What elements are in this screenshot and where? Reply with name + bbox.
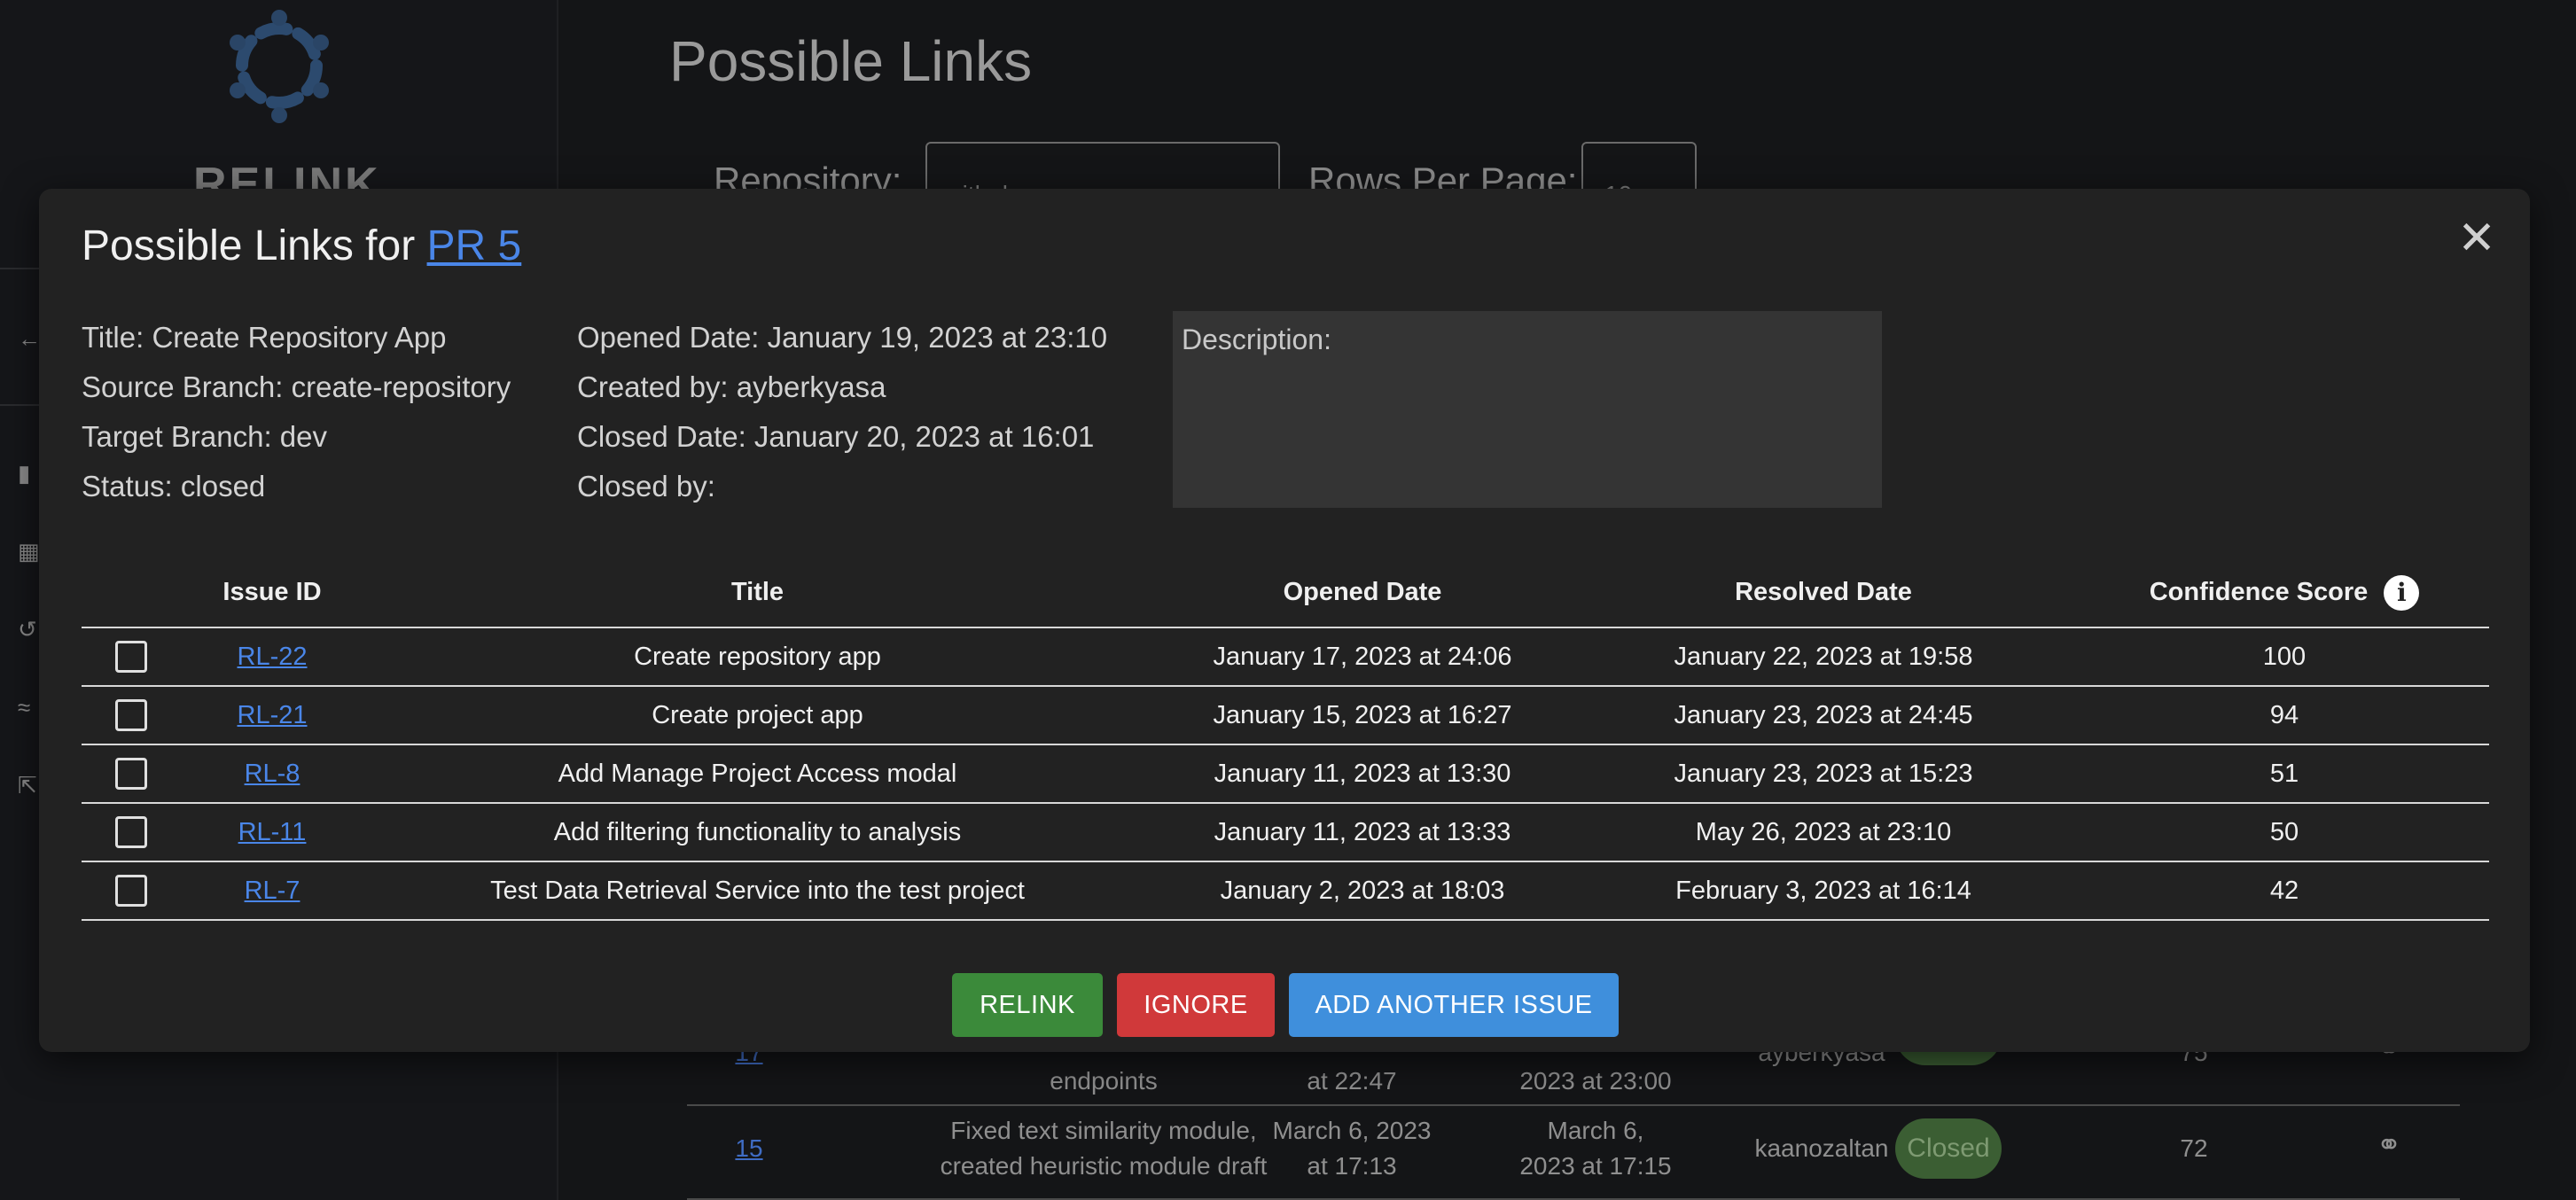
issue-title: Test Data Retrieval Service into the tes… [490, 877, 1025, 905]
row-checkbox[interactable] [115, 758, 147, 790]
pr-link[interactable]: PR 5 [427, 222, 522, 269]
pr-title: Title: Create Repository App [82, 321, 447, 354]
created-by: Created by: ayberkyasa [577, 370, 886, 403]
pr-status: Status: closed [82, 470, 266, 503]
issue-link[interactable]: RL-21 [238, 701, 308, 729]
header-issue-id: Issue ID [222, 578, 322, 606]
issue-resolved-date: February 3, 2023 at 16:14 [1675, 877, 1971, 905]
status-badge: Closed [1895, 1118, 2002, 1179]
closed-date: Closed Date: January 20, 2023 at 16:01 [577, 420, 1095, 453]
issue-resolved-date: May 26, 2023 at 23:10 [1695, 818, 1952, 846]
issue-opened-date: January 2, 2023 at 18:03 [1220, 877, 1505, 905]
resolved-date-line: March 6, [1547, 1117, 1644, 1144]
modal-title: Possible Links for PR 5 [82, 215, 521, 277]
issue-opened-date: January 11, 2023 at 13:30 [1214, 760, 1511, 788]
issue-title: Add Manage Project Access modal [558, 760, 957, 788]
issue-link[interactable]: RL-22 [238, 643, 308, 671]
opened-date-line: at 17:13 [1307, 1152, 1397, 1180]
opened-date-line: March 6, 2023 [1272, 1117, 1432, 1144]
header-resolved-date: Resolved Date [1735, 578, 1912, 606]
issue-resolved-date: January 23, 2023 at 24:45 [1674, 701, 1973, 729]
pr-meta-left: Title: Create Repository App Source Bran… [82, 313, 511, 511]
issue-title: Add filtering functionality to analysis [553, 818, 962, 846]
issue-id-cell: RL-8 [170, 744, 374, 803]
issue-opened-date: January 15, 2023 at 16:27 [1213, 701, 1512, 729]
resolved-date-line: 2023 at 17:15 [1519, 1152, 1672, 1180]
row-divider [82, 919, 2489, 921]
row-checkbox[interactable] [115, 699, 147, 731]
row-checkbox[interactable] [115, 875, 147, 907]
issue-title: Create project app [652, 701, 863, 729]
modal-title-prefix: Possible Links for [82, 222, 427, 269]
relink-button[interactable]: RELINK [952, 973, 1103, 1037]
closed-by: Closed by: [577, 470, 715, 503]
header-title: Title [730, 578, 785, 606]
issue-id-cell: RL-22 [170, 627, 374, 686]
issue-confidence-score: 100 [2262, 643, 2307, 671]
source-branch: Source Branch: create-repository [82, 370, 511, 403]
issue-confidence-score: 42 [2269, 877, 2299, 905]
issue-link[interactable]: RL-11 [238, 818, 307, 846]
pr-link[interactable]: 15 [735, 1134, 762, 1162]
issue-confidence-score: 51 [2269, 760, 2299, 788]
pr-title-line: Fixed text similarity module, [950, 1117, 1257, 1144]
issue-id-cell: RL-7 [170, 861, 374, 920]
issue-link[interactable]: RL-7 [245, 877, 301, 905]
add-another-issue-button[interactable]: ADD ANOTHER ISSUE [1289, 973, 1619, 1037]
issue-opened-date: January 11, 2023 at 13:33 [1214, 818, 1511, 846]
relink-logo-icon [230, 10, 329, 123]
target-branch: Target Branch: dev [82, 420, 327, 453]
pr-title-line: created heuristic module draft [940, 1152, 1268, 1180]
row-checkbox[interactable] [115, 641, 147, 673]
issue-id-cell: RL-11 [170, 803, 374, 861]
issue-confidence-score: 50 [2269, 818, 2299, 846]
description-label: Description: [1182, 323, 1331, 355]
close-icon[interactable]: ✕ [2450, 212, 2503, 265]
resolved-date: 2023 at 23:00 [1519, 1067, 1672, 1095]
info-icon[interactable]: i [2384, 575, 2420, 612]
possible-links-modal: Possible Links for PR 5 ✕ Title: Create … [39, 189, 2530, 1052]
row-divider [687, 1104, 2460, 1106]
issue-confidence-score: 94 [2269, 701, 2299, 729]
header-opened-date: Opened Date [1283, 578, 1442, 606]
header-confidence-score: Confidence Score i [2076, 565, 2493, 619]
header-confidence-label: Confidence Score [2149, 578, 2369, 606]
issue-resolved-date: January 23, 2023 at 15:23 [1674, 760, 1973, 788]
score: 72 [2180, 1134, 2208, 1162]
issue-id-cell: RL-21 [170, 686, 374, 744]
opened-date: Opened Date: January 19, 2023 at 23:10 [577, 321, 1108, 354]
pr-meta-right: Opened Date: January 19, 2023 at 23:10 C… [577, 313, 1107, 511]
link-icon[interactable]: ⚭ [2362, 1127, 2416, 1163]
row-checkbox[interactable] [115, 816, 147, 848]
issue-title: Create repository app [634, 643, 881, 671]
ignore-button[interactable]: IGNORE [1117, 973, 1275, 1037]
opened-date: at 22:47 [1307, 1067, 1397, 1095]
issue-link[interactable]: RL-8 [245, 760, 301, 788]
page-title: Possible Links [669, 29, 1033, 93]
issue-resolved-date: January 22, 2023 at 19:58 [1674, 643, 1973, 671]
pr-title: endpoints [1050, 1067, 1158, 1095]
description-box: Description: [1173, 311, 1882, 508]
issue-opened-date: January 17, 2023 at 24:06 [1213, 643, 1512, 671]
